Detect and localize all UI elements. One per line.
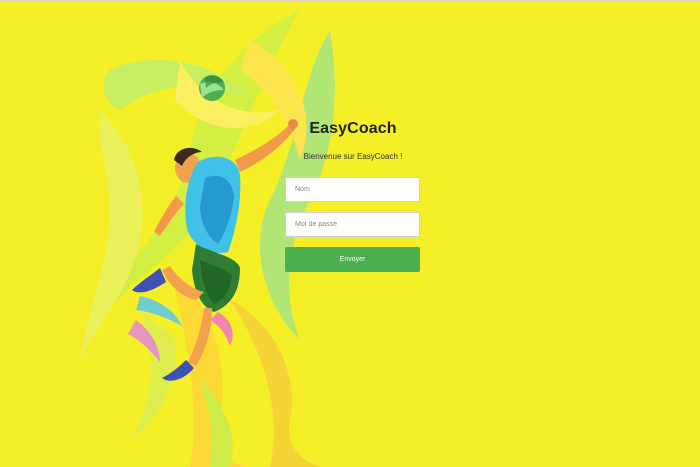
submit-button[interactable]: Envoyer: [285, 247, 420, 272]
password-input[interactable]: [285, 212, 420, 237]
name-input[interactable]: [285, 177, 420, 202]
login-panel: EasyCoach Bienvenue sur EasyCoach ! Envo…: [285, 112, 421, 272]
app-title: EasyCoach: [309, 120, 397, 137]
welcome-message: Bienvenue sur EasyCoach !: [303, 152, 403, 161]
